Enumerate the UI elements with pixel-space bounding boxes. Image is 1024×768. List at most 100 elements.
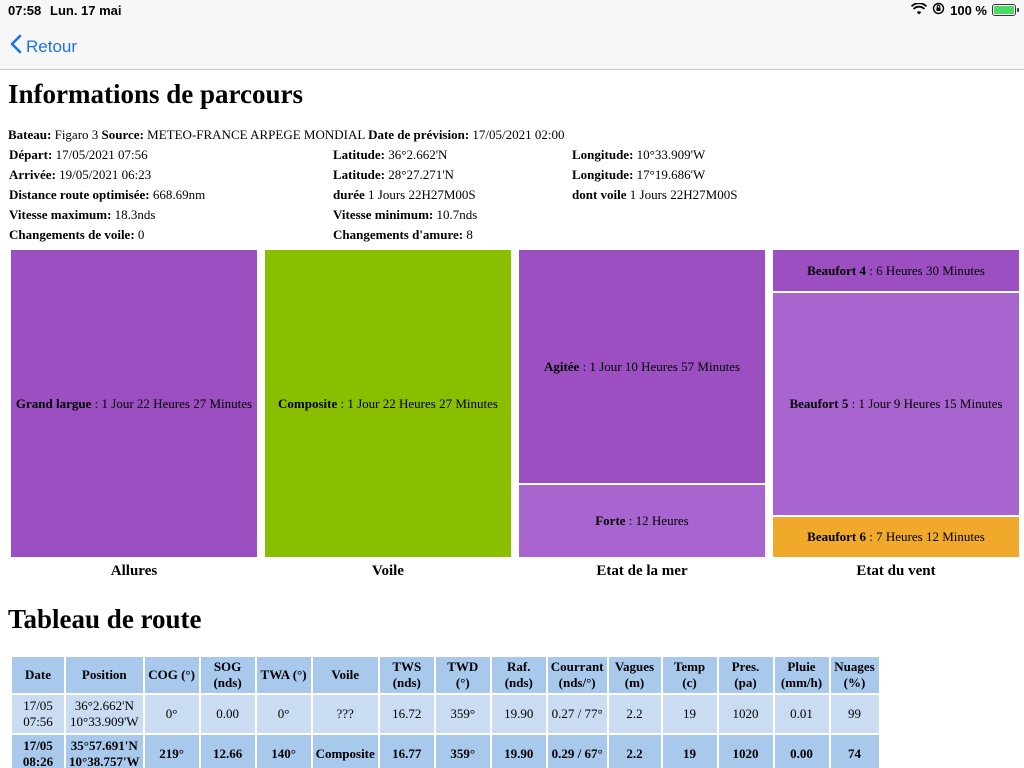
treemap-cell-label: Forte <box>595 513 626 528</box>
table-cell: 17/05 07:56 <box>10 693 66 735</box>
treemap-cell[interactable]: Agitée : 1 Jour 10 Heures 57 Minutes <box>518 249 766 484</box>
treemap-caption: Allures <box>110 563 158 579</box>
column-header[interactable]: Vagues (m) <box>606 655 663 695</box>
column-header[interactable]: TWD (°) <box>433 655 492 695</box>
info-field-label: Changements de voile: <box>9 227 135 242</box>
info-field-label: Latitude: <box>333 167 385 182</box>
column-header[interactable]: Courrant (nds/°) <box>545 655 609 695</box>
treemap-etat-du-vent: Beaufort 4 : 6 Heures 30 Minutes Beaufort… <box>772 249 1020 558</box>
forecast-date-value: 17/05/2021 02:00 <box>472 127 565 142</box>
table-cell: 140° <box>254 733 313 768</box>
column-header[interactable]: Voile <box>310 655 380 695</box>
info-field-value: 18.3nds <box>114 207 156 222</box>
table-cell: 0.00 <box>772 733 831 768</box>
info-field-value: 19/05/2021 06:23 <box>59 167 152 182</box>
back-label: Retour <box>26 36 78 56</box>
battery-icon <box>992 4 1019 16</box>
column-header[interactable]: Raf. (nds) <box>489 655 548 695</box>
treemap-cell[interactable]: Composite : 1 Jour 22 Heures 27 Minutes <box>264 249 512 558</box>
column-header[interactable]: Temp (c) <box>660 655 719 695</box>
table-cell: 0.01 <box>772 693 831 735</box>
forecast-date-label: Date de prévision: <box>368 127 470 142</box>
info-field-label: durée <box>333 187 365 202</box>
info-field-label: dont voile <box>572 187 627 202</box>
table-row[interactable]: 17/05 07:56 36°2.662'N 10°33.909'W 0° 0.00 0… <box>10 693 881 735</box>
source-label: Source: <box>101 127 144 142</box>
info-field: Vitesse maximum: 18.3nds <box>9 207 155 223</box>
info-field: Départ: 17/05/2021 07:56 <box>9 147 148 163</box>
table-cell: 359° <box>433 693 492 735</box>
table-cell: Composite <box>310 733 380 768</box>
column-header[interactable]: Nuages (%) <box>828 655 881 695</box>
column-header[interactable]: SOG (nds) <box>198 655 257 695</box>
info-field: durée 1 Jours 22H27M00S <box>333 187 476 203</box>
boat-label: Bateau: <box>8 127 52 142</box>
info-field-value: 17°19.686'W <box>636 167 706 182</box>
info-field-label: Longitude: <box>572 167 634 182</box>
info-field-label: Vitesse minimum: <box>333 207 434 222</box>
treemap-cell-value: 1 Jour 10 Heures 57 Minutes <box>589 358 741 374</box>
treemap-cell-value: 12 Heures <box>635 513 689 528</box>
info-field-label: Départ: <box>9 147 53 162</box>
table-cell: 1020 <box>716 693 775 735</box>
info-field: Longitude: 17°19.686'W <box>572 167 705 183</box>
route-table-header: Date Position COG (°) SOG (nds) TWA (°) Voile… <box>10 655 881 695</box>
back-button[interactable]: Retour <box>10 34 77 59</box>
status-right: 100 % <box>910 1 1019 18</box>
treemap-cell-text: Grand largue : 1 Jour 22 Heures 27 Minut… <box>15 395 253 411</box>
column-header[interactable]: TWS (nds) <box>377 655 436 695</box>
treemap-allures: Grand largue : 1 Jour 22 Heures 27 Minut… <box>10 249 258 558</box>
treemap-cell-value: 6 Heures 30 Minutes <box>876 262 985 278</box>
info-field-value: 36°2.662'N <box>388 147 448 162</box>
info-field: Changements de voile: 0 <box>9 227 144 243</box>
route-table: Date Position COG (°) SOG (nds) TWA (°) Voile… <box>10 655 881 768</box>
column-header[interactable]: COG (°) <box>142 655 201 695</box>
status-date: Lun. 17 mai <box>50 3 122 18</box>
wifi-icon <box>910 1 928 18</box>
treemap-cell[interactable]: Beaufort 5 : 1 Jour 9 Heures 15 Minutes <box>772 292 1020 516</box>
treemap-cell-label: Grand largue <box>15 395 92 411</box>
info-field: Latitude: 28°27.271'N <box>333 167 454 183</box>
info-field-value: 668.69nm <box>152 187 206 202</box>
table-cell: 12.66 <box>198 733 257 768</box>
table-cell: 17/05 08:26 <box>10 733 66 768</box>
treemap-cell-text: Forte : 12 Heures <box>595 513 689 528</box>
status-bar: 07:58 Lun. 17 mai 100 % <box>0 0 1024 22</box>
treemap-cell-label: Composite <box>278 395 338 411</box>
boat-value: Figaro 3 <box>54 127 99 142</box>
column-header[interactable]: TWA (°) <box>254 655 313 695</box>
treemap-cell-text: Agitée : 1 Jour 10 Heures 57 Minutes <box>543 358 741 374</box>
info-field-value: 1 Jours 22H27M00S <box>368 187 476 202</box>
treemap-cell-text: Beaufort 6 : 7 Heures 12 Minutes <box>807 529 985 544</box>
table-cell: 74 <box>828 733 881 768</box>
treemap-cell-text: Beaufort 4 : 6 Heures 30 Minutes <box>807 262 985 278</box>
table-cell: 0.00 <box>198 693 257 735</box>
column-header[interactable]: Position <box>64 655 145 695</box>
info-field: Vitesse minimum: 10.7nds <box>333 207 477 223</box>
treemap-cell[interactable]: Grand largue : 1 Jour 22 Heures 27 Minut… <box>10 249 258 558</box>
navigation-bar: Retour <box>0 22 1024 70</box>
treemap-cell[interactable]: Forte : 12 Heures <box>518 484 766 558</box>
table-cell: 19.90 <box>489 693 548 735</box>
treemap-voile: Composite : 1 Jour 22 Heures 27 Minutes <box>264 249 512 558</box>
info-field: Distance route optimisée: 668.69nm <box>9 187 205 203</box>
treemap-cell-label: Beaufort 4 <box>807 262 867 278</box>
treemap-cell[interactable]: Beaufort 6 : 7 Heures 12 Minutes <box>772 516 1020 558</box>
column-header[interactable]: Pluie (mm/h) <box>772 655 831 695</box>
treemap-cell[interactable]: Beaufort 4 : 6 Heures 30 Minutes <box>772 249 1020 292</box>
info-field-label: Distance route optimisée: <box>9 187 150 202</box>
table-cell: 16.77 <box>377 733 436 768</box>
info-title: Informations de parcours <box>8 79 304 109</box>
column-header[interactable]: Pres. (pa) <box>716 655 775 695</box>
treemap-cell-text: Beaufort 5 : 1 Jour 9 Heures 15 Minutes <box>789 396 1003 411</box>
table-row[interactable]: 17/05 08:26 35°57.691'N 10°38.757'W 219° 12… <box>10 733 881 768</box>
info-field-label: Longitude: <box>572 147 634 162</box>
column-header[interactable]: Date <box>10 655 66 695</box>
info-field-label: Latitude: <box>333 147 385 162</box>
info-field-label: Vitesse maximum: <box>9 207 112 222</box>
info-field-value: 10.7nds <box>436 207 478 222</box>
status-time: 07:58 <box>8 3 42 18</box>
route-title: Tableau de route <box>8 604 202 634</box>
table-cell: 19 <box>660 693 719 735</box>
treemap-cell-value: 1 Jour 22 Heures 27 Minutes <box>347 395 498 411</box>
